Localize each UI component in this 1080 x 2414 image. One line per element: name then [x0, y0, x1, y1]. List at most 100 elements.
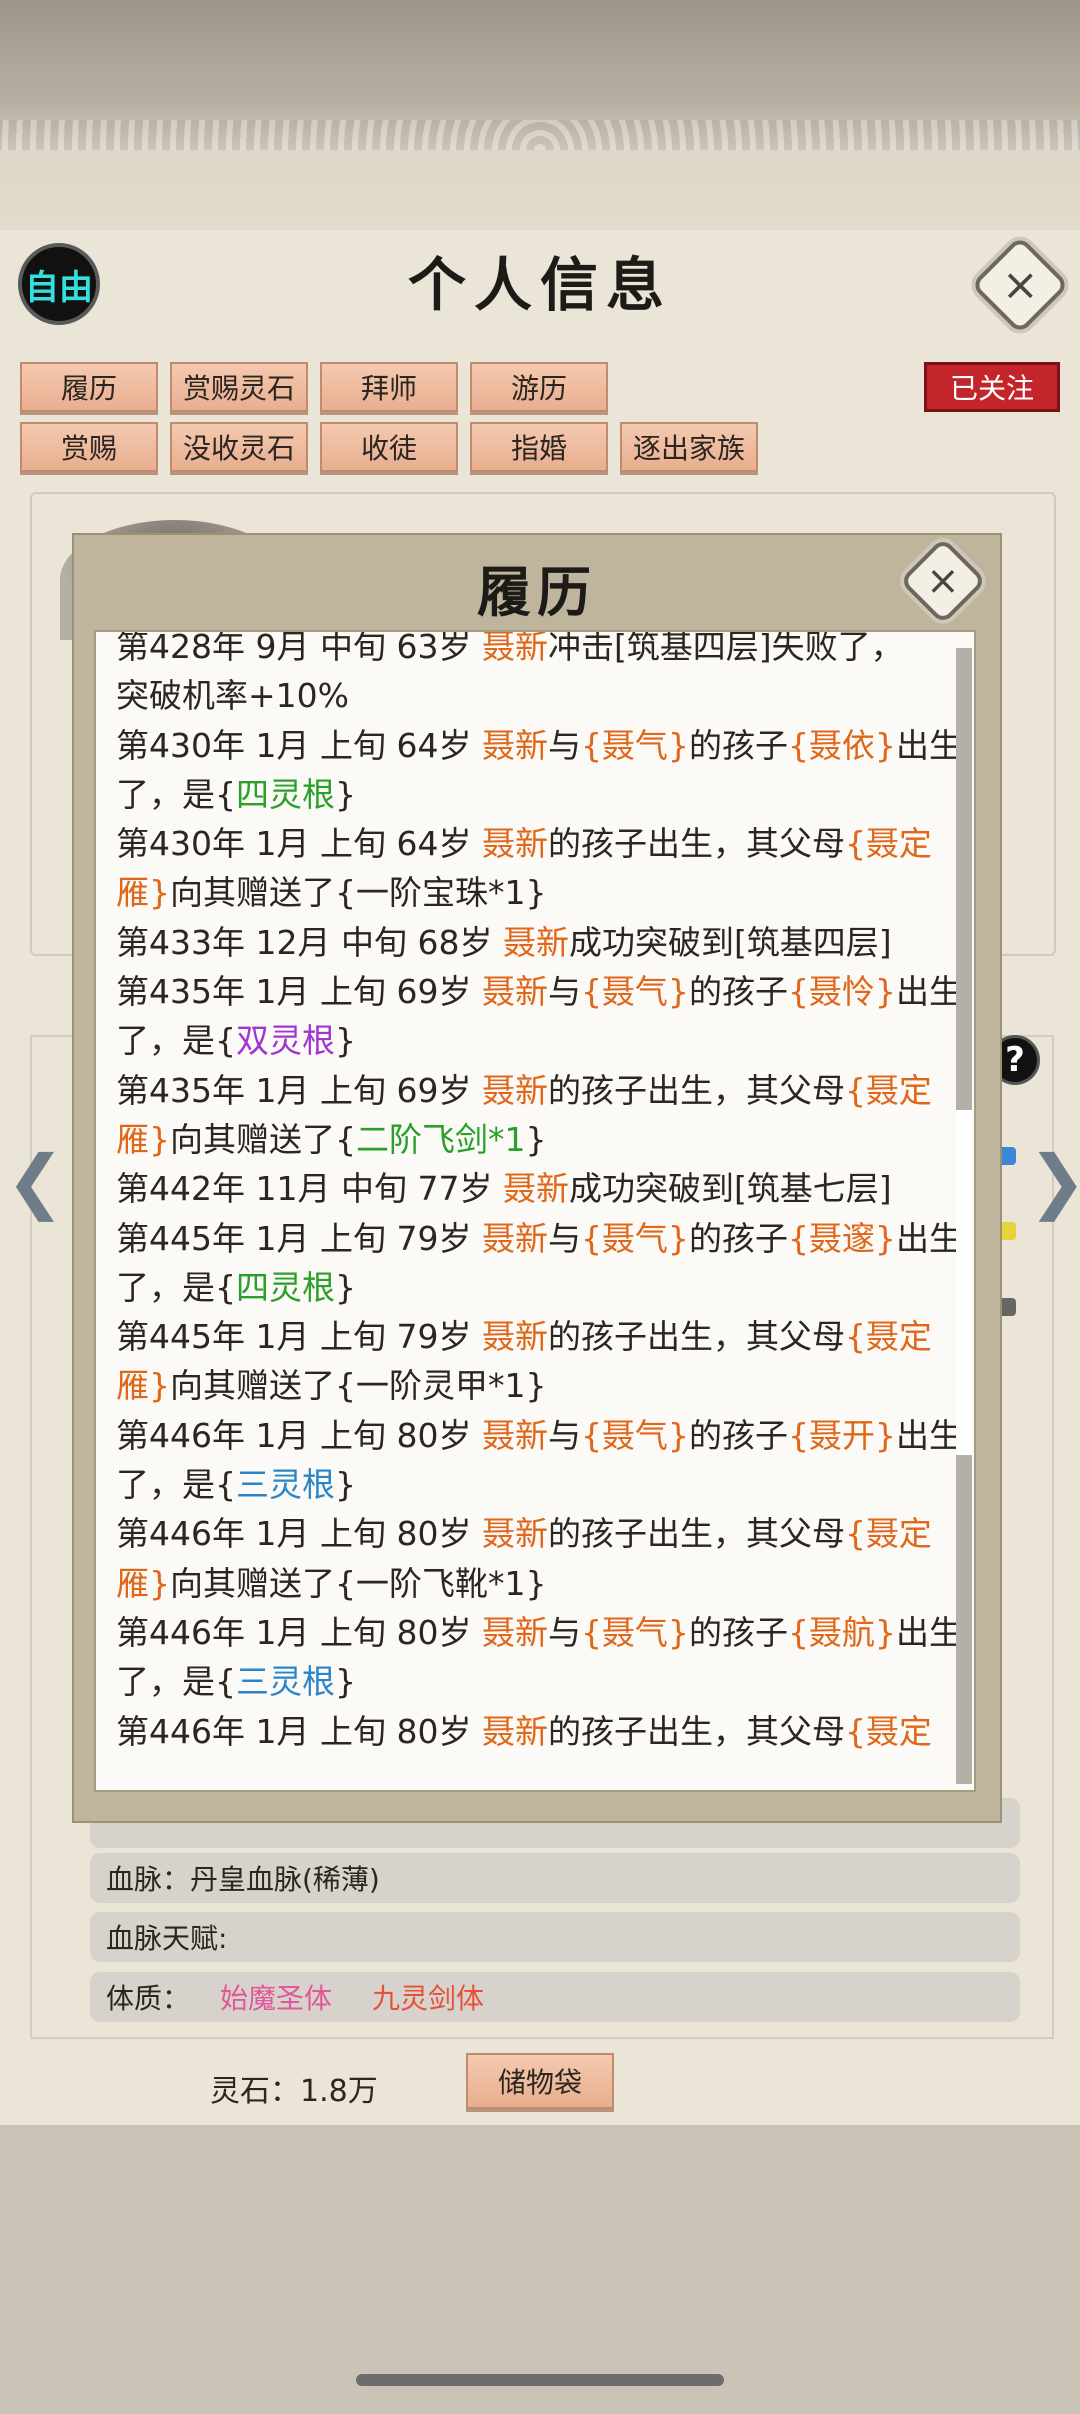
log-segment: 的孩子出生，其父母 — [547, 824, 845, 864]
log-segment: 聂新 — [481, 1612, 548, 1652]
log-segment: 四灵根 — [236, 774, 335, 814]
physique-primary: 始魔圣体 — [220, 1982, 333, 2015]
log-segment: 第446年 1月 上旬 80岁 — [116, 1415, 482, 1455]
bloodline-talent-text: 血脉天赋: — [106, 1922, 228, 1955]
log-segment: 出生 — [895, 972, 962, 1012]
log-segment: 向其赠送了{一阶宝珠*1} — [170, 873, 547, 913]
log-segment: 了，是{ — [116, 1267, 236, 1307]
log-segment: 第430年 1月 上旬 64岁 — [116, 725, 482, 765]
log-segment: 第433年 12月 中旬 68岁 — [116, 922, 503, 962]
log-line: 了，是{双灵根} — [116, 1016, 946, 1065]
log-line: 第435年 1月 上旬 69岁 聂新的孩子出生，其父母{聂定 — [116, 1066, 946, 1115]
log-segment: 的孩子出生，其父母 — [547, 1317, 845, 1357]
scrollbar-thumb[interactable] — [956, 1110, 972, 1455]
log-segment: 与 — [547, 1218, 581, 1258]
log-segment: 聂新 — [502, 1169, 569, 1209]
log-segment: 的孩子出生，其父母 — [547, 1070, 845, 1110]
bottom-area — [0, 2125, 1080, 2414]
resume-log-content: 第428年 9月 中旬 63岁 聂新冲击[筑基四层]失败了， 突破机率+10% 第4… — [116, 630, 962, 1756]
log-segment: 聂新 — [481, 1317, 548, 1357]
log-segment: 聂新 — [481, 725, 548, 765]
log-segment: 第435年 1月 上旬 69岁 — [116, 972, 482, 1012]
next-arrow-icon[interactable]: ❯ — [1028, 1140, 1080, 1222]
log-segment: 与 — [547, 972, 581, 1012]
log-segment: 向其赠送了{一阶飞靴*1} — [170, 1563, 547, 1603]
log-line: 第430年 1月 上旬 64岁 聂新的孩子出生，其父母{聂定 — [116, 819, 946, 868]
storage-bag-button[interactable]: 储物袋 — [466, 2053, 614, 2109]
log-segment: 第430年 1月 上旬 64岁 — [116, 824, 482, 864]
log-segment: 的孩子 — [688, 972, 788, 1012]
log-line: 第433年 12月 中旬 68岁 聂新成功突破到[筑基四层] — [116, 918, 946, 967]
log-segment: 的孩子 — [688, 1612, 788, 1652]
log-segment: 聂新 — [481, 1218, 548, 1258]
log-segment: 与 — [547, 1612, 581, 1652]
log-line: 雁}向其赠送了{一阶飞靴*1} — [116, 1559, 946, 1608]
resume-log[interactable]: 第428年 9月 中旬 63岁 聂新冲击[筑基四层]失败了， 突破机率+10% 第4… — [94, 630, 976, 1792]
log-segment: 冲击[筑基四层]失败了， — [547, 630, 904, 666]
log-segment: {聂定 — [844, 824, 932, 864]
tab-take-disciple[interactable]: 收徒 — [320, 422, 458, 472]
log-segment: 的孩子出生，其父母 — [547, 1514, 845, 1554]
log-line: 突破机率+10% — [116, 671, 946, 720]
log-line: 第435年 1月 上旬 69岁 聂新与{聂气}的孩子{聂怜}出生 — [116, 967, 962, 1016]
log-line: 了，是{三灵根} — [116, 1460, 946, 1509]
prev-arrow-icon[interactable]: ❮ — [6, 1140, 65, 1222]
log-segment: {聂定 — [844, 1317, 932, 1357]
log-segment: 的孩子 — [688, 1415, 788, 1455]
log-segment: 聂新 — [481, 972, 548, 1012]
log-segment: {聂定 — [844, 1711, 932, 1751]
log-segment: 向其赠送了{ — [170, 1119, 356, 1159]
log-segment: } — [335, 1021, 356, 1061]
log-segment: 了，是{ — [116, 1662, 236, 1702]
tab-expel-from-clan[interactable]: 逐出家族 — [620, 422, 758, 472]
log-segment: 第445年 1月 上旬 79岁 — [116, 1317, 482, 1357]
log-line: 了，是{四灵根} — [116, 770, 946, 819]
log-segment: 聂新 — [481, 1070, 548, 1110]
log-segment: {聂定 — [844, 1070, 932, 1110]
log-segment: 三灵根 — [236, 1662, 335, 1702]
tab-travel[interactable]: 游历 — [470, 362, 608, 412]
close-icon: × — [1001, 259, 1039, 310]
log-segment: 第446年 1月 上旬 80岁 — [116, 1514, 482, 1554]
bloodline-text: 血脉：丹皇血脉(稀薄) — [106, 1863, 380, 1896]
gesture-bar[interactable] — [356, 2374, 724, 2386]
log-segment: 了，是{ — [116, 1465, 236, 1505]
log-segment: 雁} — [116, 1119, 170, 1159]
log-segment: 出生 — [895, 1612, 962, 1652]
log-segment: {聂定 — [844, 1514, 932, 1554]
log-line: 了，是{三灵根} — [116, 1657, 946, 1706]
log-segment: 聂新 — [481, 630, 548, 666]
log-segment: {聂气} — [580, 725, 689, 765]
log-segment: 雁} — [116, 873, 170, 913]
tab-resume[interactable]: 履历 — [20, 362, 158, 412]
log-segment: 了，是{ — [116, 1021, 236, 1061]
log-line: 第442年 11月 中旬 77岁 聂新成功突破到[筑基七层] — [116, 1164, 946, 1213]
log-segment: 聂新 — [481, 1514, 548, 1554]
tab-apprentice[interactable]: 拜师 — [320, 362, 458, 412]
log-segment: 了，是{ — [116, 774, 236, 814]
log-segment: 成功突破到[筑基四层] — [568, 922, 892, 962]
log-segment: 向其赠送了{一阶灵甲*1} — [170, 1366, 547, 1406]
close-icon: × — [926, 557, 960, 604]
log-segment: 二阶飞剑*1 — [356, 1119, 526, 1159]
physique-label: 体质： — [106, 1982, 191, 2015]
log-segment: 第428年 9月 中旬 63岁 — [116, 630, 482, 666]
physique-row: 体质： 始魔圣体 九灵剑体 — [90, 1972, 1020, 2022]
log-segment: } — [335, 1662, 356, 1702]
bloodline-talent-row: 血脉天赋: — [90, 1912, 1020, 1962]
log-segment: {聂气} — [580, 972, 689, 1012]
log-line: 第446年 1月 上旬 80岁 聂新与{聂气}的孩子{聂开}出生 — [116, 1411, 962, 1460]
page-title: 个人信息 — [407, 251, 672, 319]
log-segment: {聂依} — [787, 725, 896, 765]
followed-button[interactable]: 已关注 — [924, 362, 1060, 412]
log-line: 第446年 1月 上旬 80岁 聂新的孩子出生，其父母{聂定 — [116, 1707, 946, 1756]
tab-reward-stones[interactable]: 赏赐灵石 — [170, 362, 308, 412]
log-segment: 出生 — [895, 1415, 962, 1455]
log-segment: 聂新 — [481, 1711, 548, 1751]
tab-reward[interactable]: 赏赐 — [20, 422, 158, 472]
log-segment: 聂新 — [481, 824, 548, 864]
log-line: 第446年 1月 上旬 80岁 聂新与{聂气}的孩子{聂航}出生 — [116, 1608, 962, 1657]
tab-confiscate-stones[interactable]: 没收灵石 — [170, 422, 308, 472]
log-segment: } — [335, 1267, 356, 1307]
tab-arrange-marriage[interactable]: 指婚 — [470, 422, 608, 472]
